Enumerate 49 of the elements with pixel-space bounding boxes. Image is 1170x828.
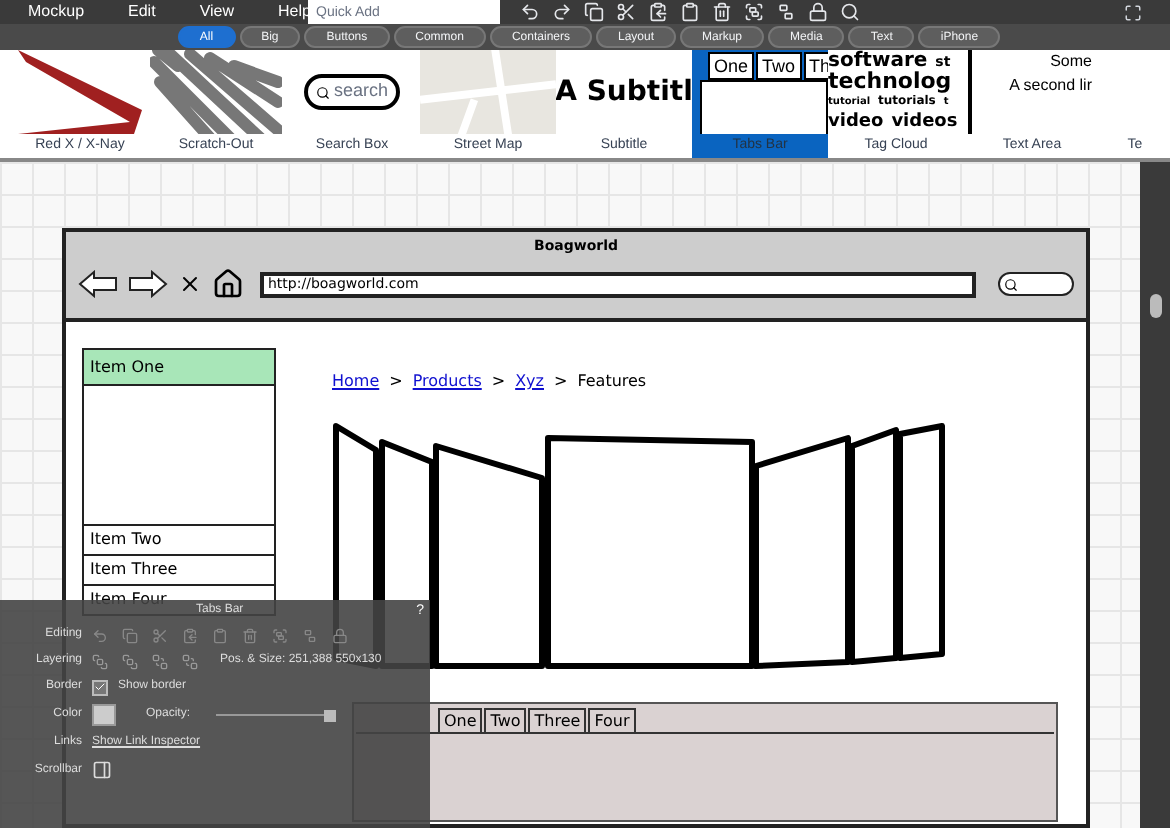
search-icon: [315, 85, 330, 100]
search-box-thumbnail: search: [303, 74, 400, 110]
breadcrumb-separator: >: [554, 370, 568, 395]
home-icon: [212, 268, 244, 301]
redo-icon[interactable]: [552, 2, 572, 22]
scratch-out-thumbnail-icon: [150, 49, 282, 135]
delete-icon[interactable]: [712, 2, 732, 22]
check-icon: [94, 680, 106, 694]
group-icon[interactable]: [744, 2, 764, 22]
color-swatch[interactable]: [92, 704, 116, 726]
copy-icon[interactable]: [584, 2, 604, 22]
slider-thumb[interactable]: [324, 709, 336, 721]
send-to-back-icon[interactable]: [182, 653, 198, 669]
tab-thumbnail-label: Two: [756, 52, 802, 81]
undo-icon[interactable]: [520, 2, 540, 22]
fullscreen-icon[interactable]: [1124, 3, 1142, 21]
breadcrumb-link[interactable]: Home: [332, 370, 380, 395]
breadcrumb-current: Features: [577, 370, 647, 395]
ungroup-icon[interactable]: [776, 2, 796, 22]
breadcrumb-link[interactable]: Xyz: [515, 370, 544, 395]
cut-icon[interactable]: [616, 2, 636, 22]
close-icon: [178, 272, 202, 297]
search-icon[interactable]: [840, 2, 860, 22]
breadcrumb-separator: >: [389, 370, 403, 395]
lock-icon[interactable]: [808, 2, 828, 22]
breadcrumb-separator: >: [491, 370, 506, 395]
scrollbar-thumb[interactable]: [1149, 294, 1161, 319]
tab[interactable]: Two: [484, 708, 527, 733]
tab-thumbnail-label: One: [708, 52, 755, 81]
list-item[interactable]: Item One: [84, 350, 274, 387]
scrollbar-icon[interactable]: [92, 760, 112, 780]
subtitle-thumbnail: A Subtitl: [556, 73, 692, 112]
tab[interactable]: Three: [528, 708, 587, 733]
opacity-slider[interactable]: [216, 709, 336, 721]
tab[interactable]: Four: [588, 708, 636, 733]
text-area-thumbnail: Some A second lir: [968, 49, 1096, 135]
bring-forward-icon[interactable]: [122, 653, 138, 669]
send-backward-icon[interactable]: [152, 653, 168, 669]
menu-item[interactable]: Mockup: [28, 0, 85, 24]
search-field[interactable]: [998, 272, 1074, 297]
bring-to-front-icon[interactable]: [92, 653, 108, 669]
breadcrumb-link[interactable]: Products: [412, 370, 482, 395]
forward-arrow-icon: [128, 270, 168, 299]
tab[interactable]: One: [438, 708, 483, 733]
border-checkbox[interactable]: [92, 679, 108, 695]
menu-item[interactable]: Edit: [128, 0, 156, 24]
back-arrow-icon: [78, 270, 118, 299]
menu-item[interactable]: View: [199, 0, 235, 24]
search-icon: [1004, 277, 1018, 292]
